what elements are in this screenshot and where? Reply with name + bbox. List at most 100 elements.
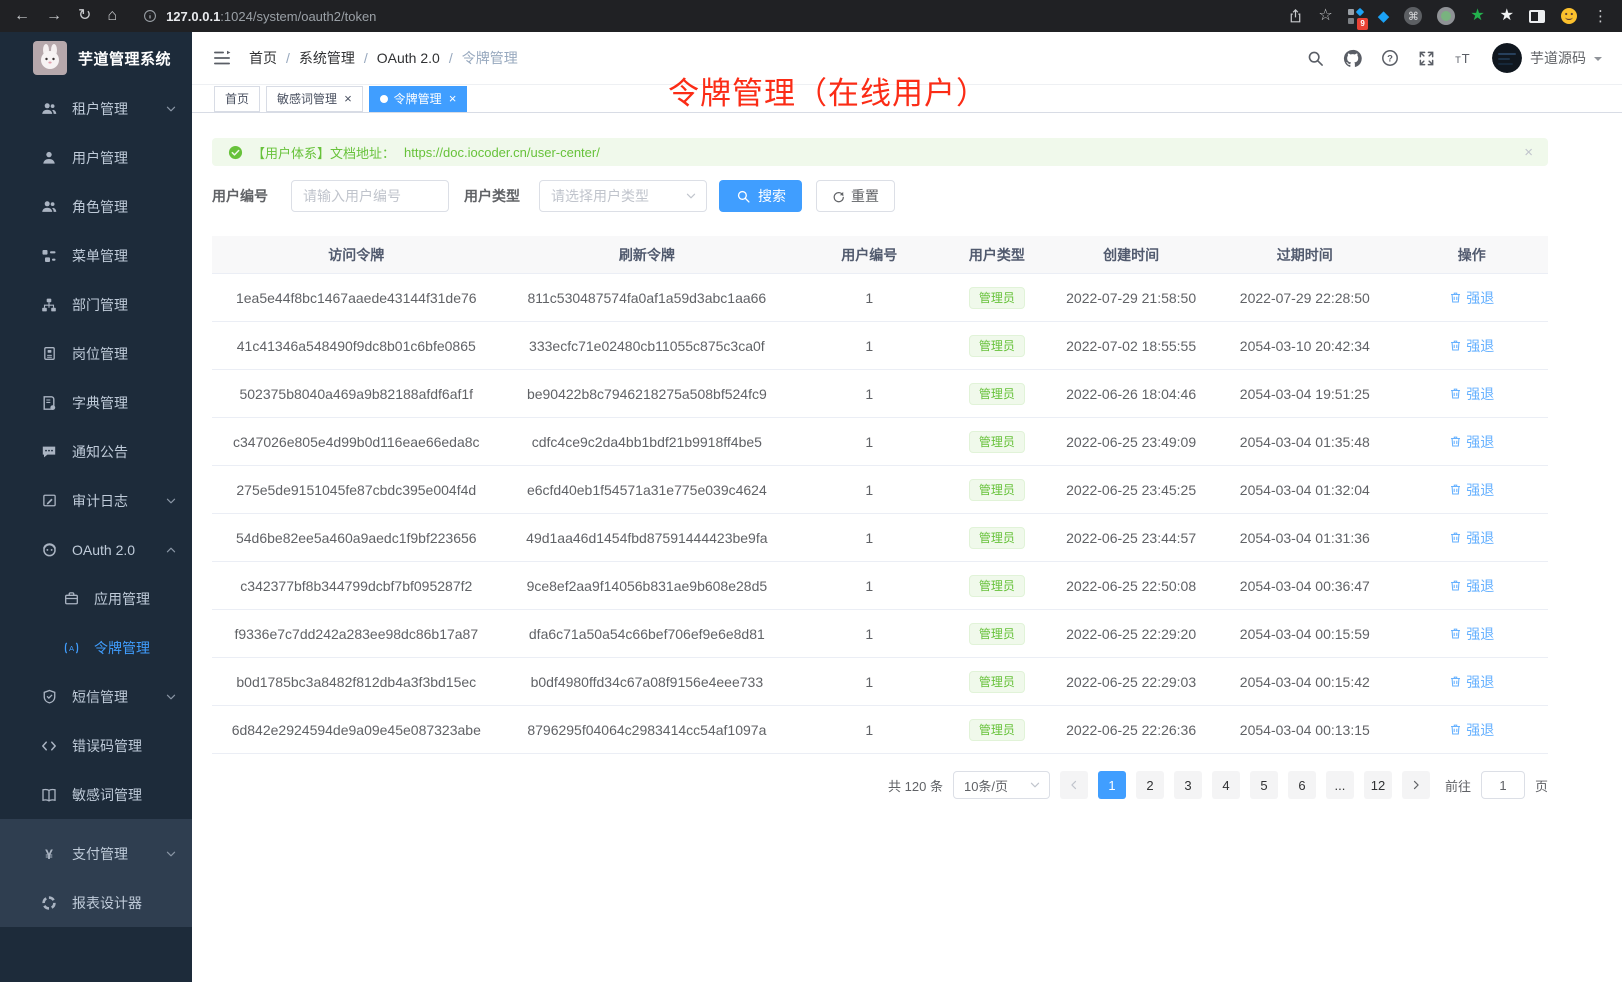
user-type-cell: 管理员 xyxy=(945,575,1048,597)
breadcrumb-item[interactable]: 系统管理 xyxy=(299,48,355,68)
browser-home-icon[interactable]: ⌂ xyxy=(107,8,117,24)
user-menu[interactable]: 芋道源码 xyxy=(1492,43,1602,73)
gem-extension-icon[interactable]: ◆ xyxy=(1378,9,1390,24)
recorder-extension-icon[interactable] xyxy=(1437,7,1455,25)
force-logout-button[interactable]: 强退 xyxy=(1449,432,1494,452)
sidebar-item-oauth2-token[interactable]: A令牌管理 xyxy=(0,623,192,672)
sidebar-item-dept-management[interactable]: 部门管理 xyxy=(0,280,192,329)
site-info-icon[interactable] xyxy=(143,9,157,23)
sidepanel-icon[interactable] xyxy=(1529,10,1545,23)
close-icon[interactable]: × xyxy=(449,92,457,105)
users-icon xyxy=(40,198,58,216)
tab-敏感词管理[interactable]: 敏感词管理× xyxy=(266,86,363,112)
page-button-5[interactable]: 5 xyxy=(1250,771,1278,799)
browser-menu-icon[interactable]: ⋮ xyxy=(1593,9,1608,24)
breadcrumb-item: 令牌管理 xyxy=(462,48,518,68)
sidebar-item-menu-management[interactable]: 菜单管理 xyxy=(0,231,192,280)
sidebar-item-dict-management[interactable]: 字典管理 xyxy=(0,378,192,427)
share-icon[interactable] xyxy=(1288,8,1303,24)
force-logout-button[interactable]: 强退 xyxy=(1449,288,1494,308)
user-type-cell: 管理员 xyxy=(945,383,1048,405)
page-button-12[interactable]: 12 xyxy=(1364,771,1392,799)
force-logout-button[interactable]: 强退 xyxy=(1449,336,1494,356)
chevron-down-icon xyxy=(165,848,177,860)
access-token-cell: f9336e7c7dd242a283ee98dc86b17a87 xyxy=(212,626,501,642)
github-icon[interactable] xyxy=(1343,49,1362,68)
collapse-menu-icon[interactable] xyxy=(212,48,232,68)
browser-reload-icon[interactable]: ↻ xyxy=(78,8,91,24)
sidebar-item-notice-announcement[interactable]: 通知公告 xyxy=(0,427,192,476)
expire-time-cell: 2054-03-04 00:15:59 xyxy=(1214,626,1396,642)
user-type-select[interactable]: 请选择用户类型 xyxy=(539,180,707,212)
access-token-cell: 54d6be82ee5a460a9aedc1f9bf223656 xyxy=(212,530,501,546)
sidebar-item-pay-management[interactable]: ¥支付管理 xyxy=(0,829,192,878)
sidebar-item-user-management[interactable]: 用户管理 xyxy=(0,133,192,182)
pinwheel-extension-icon[interactable]: ★ xyxy=(1500,8,1514,24)
sidebar-item-error-code-management[interactable]: 错误码管理 xyxy=(0,721,192,770)
expire-time-cell: 2054-03-04 00:13:15 xyxy=(1214,722,1396,738)
page-button-1[interactable]: 1 xyxy=(1098,771,1126,799)
goto-page-input[interactable] xyxy=(1481,771,1525,799)
force-logout-button[interactable]: 强退 xyxy=(1449,672,1494,692)
sidebar-item-post-management[interactable]: 岗位管理 xyxy=(0,329,192,378)
help-icon[interactable]: ? xyxy=(1381,49,1399,67)
force-logout-button[interactable]: 强退 xyxy=(1449,720,1494,740)
expire-time-cell: 2022-07-29 22:28:50 xyxy=(1214,290,1396,306)
sidebar-item-role-management[interactable]: 角色管理 xyxy=(0,182,192,231)
command-extension-icon[interactable]: ⌘ xyxy=(1404,7,1422,25)
fullscreen-icon[interactable] xyxy=(1418,50,1435,67)
refresh-token-cell: 8796295f04064c2983414cc54af1097a xyxy=(501,722,794,738)
search-icon[interactable] xyxy=(1307,50,1324,67)
sidebar-item-sms-management[interactable]: 短信管理 xyxy=(0,672,192,721)
breadcrumb-item[interactable]: 首页 xyxy=(249,48,277,68)
prev-page-button[interactable] xyxy=(1060,771,1088,799)
sidebar-item-oauth2[interactable]: OAuth 2.0 xyxy=(0,525,192,574)
reset-button[interactable]: 重置 xyxy=(816,180,895,212)
close-icon[interactable]: × xyxy=(344,92,352,105)
page-button-6[interactable]: 6 xyxy=(1288,771,1316,799)
browser-forward-icon[interactable]: → xyxy=(46,8,62,24)
next-page-button[interactable] xyxy=(1402,771,1430,799)
breadcrumb: 首页/系统管理/OAuth 2.0/令牌管理 xyxy=(249,48,518,68)
filter-form: 用户编号 用户类型 请选择用户类型 搜索 重置 xyxy=(212,180,1548,212)
force-logout-button[interactable]: 强退 xyxy=(1449,384,1494,404)
extension-badge: 9 xyxy=(1357,18,1367,30)
action-cell: 强退 xyxy=(1396,432,1548,452)
breadcrumb-item[interactable]: OAuth 2.0 xyxy=(377,50,440,66)
force-logout-button[interactable]: 强退 xyxy=(1449,576,1494,596)
browser-back-icon[interactable]: ← xyxy=(14,8,30,24)
svg-text:?: ? xyxy=(1387,54,1393,65)
sidebar-menu: 租户管理用户管理角色管理菜单管理部门管理岗位管理字典管理通知公告审计日志OAut… xyxy=(0,84,192,927)
force-logout-button[interactable]: 强退 xyxy=(1449,480,1494,500)
force-logout-button[interactable]: 强退 xyxy=(1449,624,1494,644)
sidebar-item-oauth2-application[interactable]: 应用管理 xyxy=(0,574,192,623)
page-size-select[interactable]: 10条/页 xyxy=(953,771,1050,799)
extension-icon[interactable]: 9 xyxy=(1348,9,1363,24)
sidebar-item-tenant-management[interactable]: 租户管理 xyxy=(0,84,192,133)
doc-link[interactable]: https://doc.iocoder.cn/user-center/ xyxy=(404,145,600,160)
more-pages-button[interactable]: ... xyxy=(1326,771,1354,799)
user-type-cell: 管理员 xyxy=(945,671,1048,693)
sidebar-item-sensitive-word-management[interactable]: 敏感词管理 xyxy=(0,770,192,819)
close-icon[interactable]: × xyxy=(1524,144,1533,161)
address-bar[interactable]: 127.0.0.1:1024/system/oauth2/token xyxy=(143,9,376,24)
green-star-extension-icon[interactable]: ★ xyxy=(1470,8,1484,24)
page-button-3[interactable]: 3 xyxy=(1174,771,1202,799)
app-logo[interactable]: 芋道管理系统 xyxy=(0,32,192,84)
force-logout-button[interactable]: 强退 xyxy=(1449,528,1494,548)
tab-令牌管理[interactable]: 令牌管理× xyxy=(369,86,468,112)
sidebar-item-report-designer[interactable]: 报表设计器 xyxy=(0,878,192,927)
notice-icon xyxy=(40,443,58,461)
profile-avatar-icon[interactable] xyxy=(1560,7,1578,25)
goto-unit-label: 页 xyxy=(1535,776,1548,795)
user-id-input[interactable] xyxy=(291,180,449,212)
page-button-4[interactable]: 4 xyxy=(1212,771,1240,799)
bookmark-star-icon[interactable]: ☆ xyxy=(1318,8,1332,24)
tab-首页[interactable]: 首页 xyxy=(214,86,260,112)
page-button-2[interactable]: 2 xyxy=(1136,771,1164,799)
dict-icon xyxy=(40,394,58,412)
sidebar-item-audit-log[interactable]: 审计日志 xyxy=(0,476,192,525)
table-row: 502375b8040a469a9b82188afdf6af1fbe90422b… xyxy=(212,370,1548,418)
search-button[interactable]: 搜索 xyxy=(719,180,802,212)
font-size-icon[interactable]: TT xyxy=(1454,51,1473,66)
